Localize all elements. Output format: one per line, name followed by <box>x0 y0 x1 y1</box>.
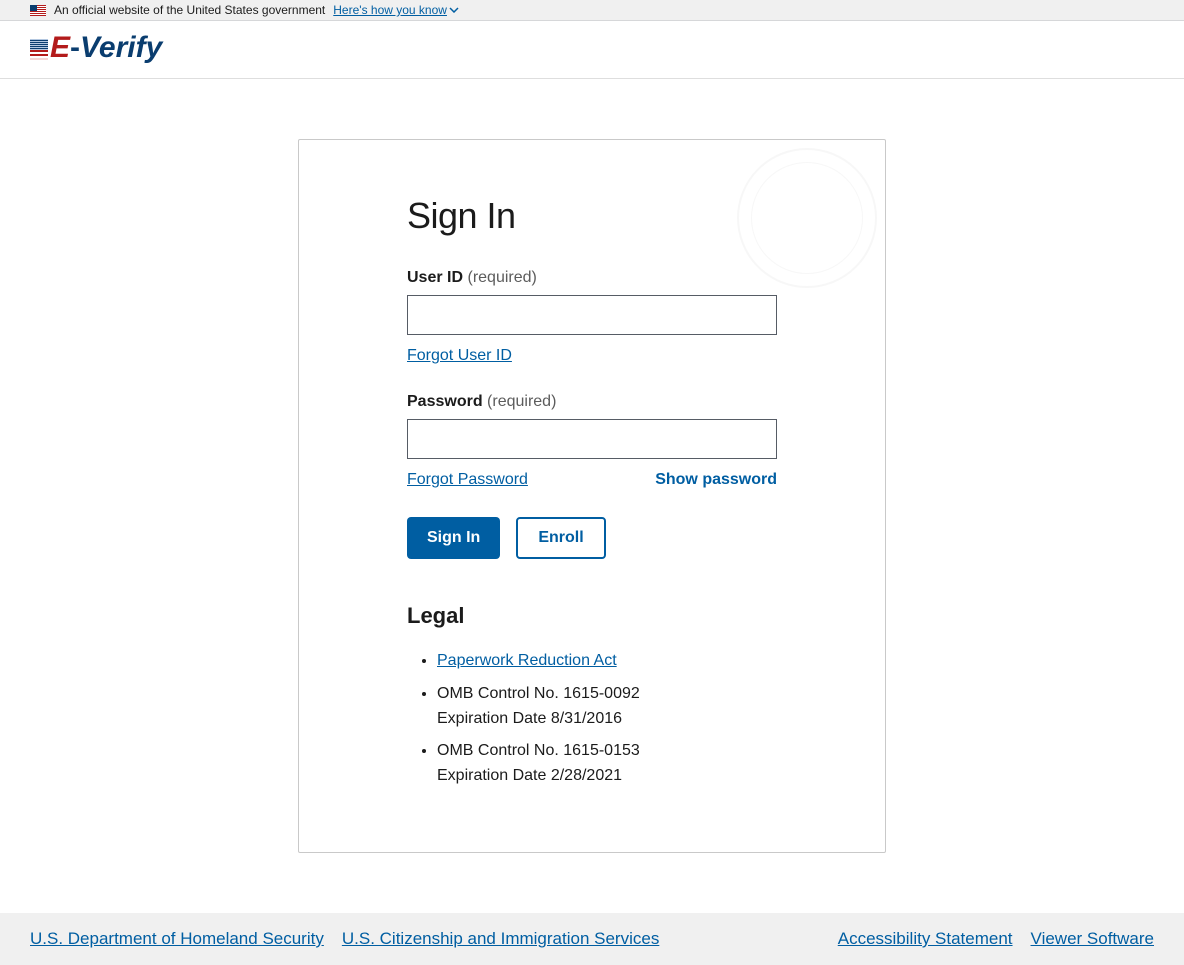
gov-banner-text: An official website of the United States… <box>54 3 325 17</box>
forgot-userid-link[interactable]: Forgot User ID <box>407 347 512 365</box>
show-password-toggle[interactable]: Show password <box>655 471 777 489</box>
logo-dash: - <box>70 33 80 63</box>
everify-logo[interactable]: E-Verify <box>30 33 162 63</box>
userid-label: User ID <box>407 269 463 286</box>
chevron-down-icon <box>449 7 459 13</box>
omb1-line2: Expiration Date 8/31/2016 <box>437 710 622 727</box>
dhs-link[interactable]: U.S. Department of Homeland Security <box>30 929 324 949</box>
dhs-seal-icon <box>737 148 877 288</box>
list-item: Paperwork Reduction Act <box>437 649 777 674</box>
page-title: Sign In <box>407 195 777 237</box>
us-flag-icon <box>30 5 46 16</box>
list-item: OMB Control No. 1615-0153 Expiration Dat… <box>437 739 777 789</box>
password-group: Password (required) Forgot Password Show… <box>407 393 777 489</box>
userid-group: User ID (required) Forgot User ID <box>407 269 777 365</box>
omb2-line1: OMB Control No. 1615-0153 <box>437 742 640 759</box>
main-content: Sign In User ID (required) Forgot User I… <box>0 79 1184 913</box>
accessibility-link[interactable]: Accessibility Statement <box>838 929 1013 949</box>
paperwork-reduction-link[interactable]: Paperwork Reduction Act <box>437 652 617 669</box>
signin-card: Sign In User ID (required) Forgot User I… <box>298 139 886 853</box>
footer: U.S. Department of Homeland Security U.S… <box>0 913 1184 965</box>
signin-button[interactable]: Sign In <box>407 517 500 559</box>
gov-banner-link-text: Here's how you know <box>333 3 447 17</box>
password-required: (required) <box>487 393 556 410</box>
password-input[interactable] <box>407 419 777 459</box>
logo-verify: Verify <box>80 33 162 63</box>
omb2-line2: Expiration Date 2/28/2021 <box>437 767 622 784</box>
list-item: OMB Control No. 1615-0092 Expiration Dat… <box>437 682 777 732</box>
uscis-link[interactable]: U.S. Citizenship and Immigration Service… <box>342 929 659 949</box>
gov-banner-toggle[interactable]: Here's how you know <box>333 3 459 17</box>
userid-input[interactable] <box>407 295 777 335</box>
enroll-button[interactable]: Enroll <box>516 517 605 559</box>
header: E-Verify <box>0 21 1184 79</box>
gov-banner: An official website of the United States… <box>0 0 1184 21</box>
button-row: Sign In Enroll <box>407 517 777 559</box>
omb1-line1: OMB Control No. 1615-0092 <box>437 685 640 702</box>
logo-e: E <box>50 33 70 63</box>
legal-list: Paperwork Reduction Act OMB Control No. … <box>407 649 777 789</box>
legal-heading: Legal <box>407 603 777 629</box>
footer-right: Accessibility Statement Viewer Software <box>838 929 1154 949</box>
footer-left: U.S. Department of Homeland Security U.S… <box>30 929 659 949</box>
logo-flag-icon <box>30 37 48 59</box>
password-label: Password <box>407 393 483 410</box>
forgot-password-link[interactable]: Forgot Password <box>407 471 528 489</box>
userid-required: (required) <box>467 269 536 286</box>
viewer-software-link[interactable]: Viewer Software <box>1031 929 1154 949</box>
